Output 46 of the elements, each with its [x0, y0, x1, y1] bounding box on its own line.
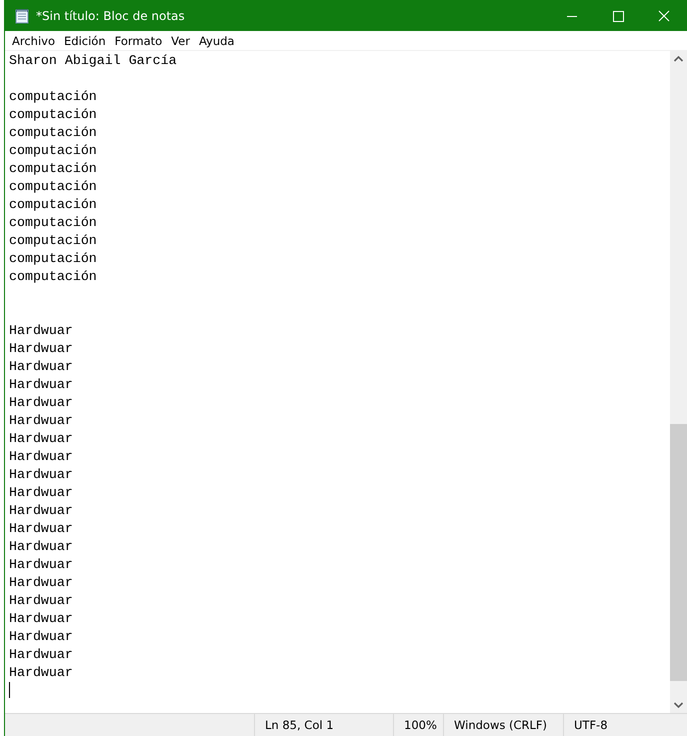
cursor-position: Ln 85, Col 1 — [255, 714, 394, 736]
text-line: Hardwuar — [9, 538, 74, 556]
scrollbar[interactable] — [670, 51, 687, 713]
menu-item[interactable]: Edición — [60, 34, 111, 48]
menu-item[interactable]: Archivo — [8, 34, 60, 48]
text-line: Hardwuar — [9, 340, 74, 358]
text-line: Hardwuar — [9, 520, 74, 538]
text-line: computación — [9, 214, 98, 232]
encoding: UTF-8 — [573, 717, 609, 734]
text-line: computación — [9, 178, 98, 196]
text-line: Hardwuar — [9, 646, 74, 664]
text-line: computación — [9, 106, 98, 124]
text-line: computación — [9, 88, 98, 106]
text-line: Hardwuar — [9, 322, 74, 340]
text-line: Hardwuar — [9, 502, 74, 520]
text-line: Hardwuar — [9, 376, 74, 394]
text-line: computación — [9, 268, 98, 286]
text-line: Hardwuar — [9, 556, 74, 574]
text-line: Hardwuar — [9, 448, 74, 466]
scroll-thumb[interactable] — [670, 424, 687, 681]
text-line: Hardwuar — [9, 592, 74, 610]
text-line: Hardwuar — [9, 484, 74, 502]
text-line: Hardwuar — [9, 358, 74, 376]
menu-item[interactable]: Ver — [167, 34, 195, 48]
text-line: Hardwuar — [9, 466, 74, 484]
text-line: Hardwuar — [9, 664, 74, 682]
text-line: Hardwuar — [9, 628, 74, 646]
menu-item[interactable]: Ayuda — [194, 34, 240, 48]
text-line: computación — [9, 142, 98, 160]
text-line: Hardwuar — [9, 610, 74, 628]
text-line: computación — [9, 250, 98, 268]
line-ending: Windows (CRLF) — [444, 714, 564, 736]
text-cursor — [9, 682, 10, 698]
zoom-level: 100% — [394, 714, 444, 736]
text-line: Hardwuar — [9, 412, 74, 430]
text-line: Sharon Abigail García — [9, 52, 178, 70]
text-line: Hardwuar — [9, 430, 74, 448]
text-line: computación — [9, 232, 98, 250]
text-line: Hardwuar — [9, 574, 74, 592]
menu-item[interactable]: Formato — [110, 34, 168, 48]
window-title: *Sin título: Bloc de notas — [36, 8, 185, 22]
notepad-icon — [14, 8, 30, 24]
text-line: computación — [9, 196, 98, 214]
text-line: computación — [9, 124, 98, 142]
text-line: Hardwuar — [9, 394, 74, 412]
text-line: computación — [9, 160, 98, 178]
